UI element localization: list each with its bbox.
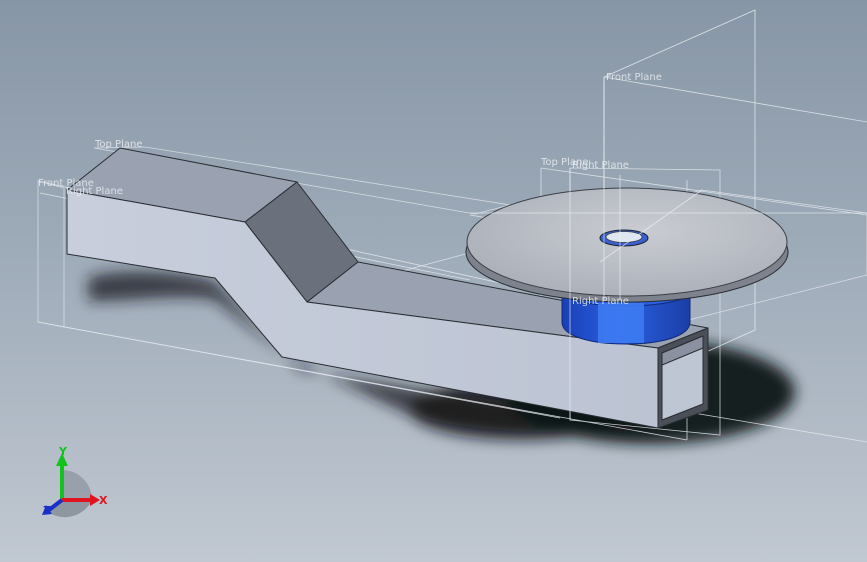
label-top-plane-left: Top Plane — [94, 139, 142, 150]
x-axis-label: X — [99, 494, 108, 507]
label-front-plane-right: Front Plane — [606, 72, 662, 83]
label-right-plane-right: Right Plane — [572, 160, 629, 171]
label-right-plane-left: Right Plane — [66, 186, 123, 197]
disc-flange[interactable] — [465, 187, 789, 303]
axis-triad[interactable]: Y X Z — [42, 445, 108, 518]
front-plane-left[interactable] — [37, 180, 65, 328]
y-axis-label: Y — [58, 445, 68, 458]
z-axis-label: Z — [43, 504, 51, 517]
triad-xz-sector — [48, 500, 92, 518]
graphics-area[interactable]: Front Plane Top Plane Right Plane Top Pl… — [0, 0, 867, 562]
model-view[interactable]: Front Plane Top Plane Right Plane Top Pl… — [0, 0, 867, 562]
triad-xy-sector — [62, 470, 92, 500]
label-boss-plane: Right Plane — [572, 296, 629, 307]
